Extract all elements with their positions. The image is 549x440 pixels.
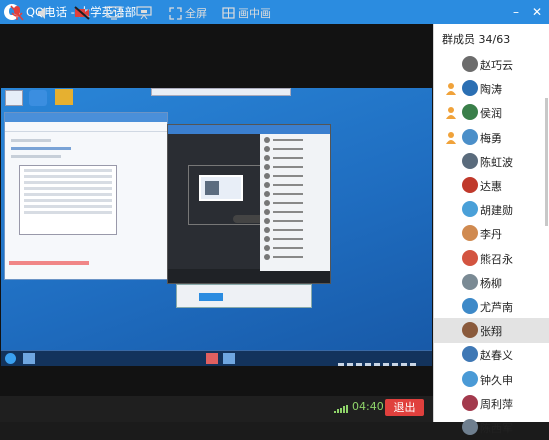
member-name: 尤芦南: [480, 301, 513, 314]
member-row[interactable]: 胡建勋: [434, 197, 549, 222]
member-name: 梅勇: [480, 131, 502, 145]
member-row[interactable]: 熊召永: [434, 246, 549, 271]
member-avatar: [462, 128, 478, 145]
member-row[interactable]: 陶涛: [434, 76, 549, 101]
mic-muted-button[interactable]: [10, 4, 24, 22]
member-row[interactable]: 侯润: [434, 100, 549, 125]
member-name: 杨柳: [480, 276, 502, 290]
member-row[interactable]: 陈虹波: [434, 149, 549, 174]
member-name: 李丹: [480, 228, 502, 242]
remote-small-dialog: [176, 284, 312, 308]
member-avatar: [462, 346, 478, 363]
member-row[interactable]: 钟久申: [434, 367, 549, 392]
call-duration: 04:40: [352, 400, 384, 413]
member-avatar: [462, 225, 478, 242]
fullscreen-button[interactable]: 全屏: [169, 4, 207, 22]
screen-share-icon: [106, 6, 122, 20]
member-avatar: [462, 249, 478, 266]
member-panel: 群成员 34/63 赵巧云陶涛侯润梅勇陈虹波达惠胡建勋李丹熊召永杨柳尤芦南张翔赵…: [433, 24, 549, 435]
member-avatar: [462, 177, 478, 193]
picture-in-picture-button[interactable]: 画中画: [222, 4, 271, 22]
picture-in-picture-icon: [222, 7, 235, 19]
member-avatar: [462, 152, 478, 169]
member-name: 赵巧云: [480, 59, 513, 72]
fullscreen-icon: [169, 6, 182, 20]
camera-off-button[interactable]: [74, 4, 90, 22]
member-row[interactable]: 李丹: [434, 221, 549, 246]
member-row[interactable]: 杨柳: [434, 270, 549, 295]
speaking-user-icon: [446, 107, 456, 120]
network-signal-icon: [334, 405, 348, 413]
member-row[interactable]: 陈西军: [434, 415, 549, 440]
member-count-header: 群成员 34/63: [442, 33, 511, 46]
shared-screen-video[interactable]: [0, 24, 433, 396]
member-avatar: [462, 419, 478, 435]
remote-desktop: [1, 88, 432, 366]
member-avatar: [462, 370, 478, 387]
member-avatar: [462, 80, 478, 97]
remote-taskbar: [1, 350, 432, 366]
remote-document-window: [4, 112, 168, 280]
projector-button[interactable]: [136, 4, 152, 22]
member-name: 陈虹波: [480, 155, 513, 169]
member-name: 赵春义: [480, 349, 513, 363]
remote-top-strip: [151, 88, 291, 96]
member-row[interactable]: 张翔: [434, 318, 549, 344]
member-row[interactable]: 尤芦南: [434, 294, 549, 319]
member-avatar: [462, 322, 478, 339]
member-avatar: [462, 273, 478, 290]
member-name: 熊召永: [480, 252, 513, 266]
member-name: 陈西军: [480, 422, 513, 435]
member-name: 胡建勋: [480, 204, 513, 218]
member-avatar: [462, 201, 478, 218]
desktop-folder-icon: [55, 89, 73, 105]
member-row[interactable]: 达惠: [434, 173, 549, 198]
member-name: 张翔: [480, 325, 502, 339]
member-row[interactable]: 周利萍: [434, 391, 549, 416]
member-name: 陶涛: [480, 83, 502, 97]
member-avatar: [462, 56, 478, 72]
desktop-shortcut-icon: [5, 90, 23, 106]
remote-inner-dialog: [19, 165, 117, 235]
mic-muted-icon: [10, 5, 24, 21]
close-button[interactable]: ✕: [529, 0, 545, 24]
speaker-icon: [38, 7, 45, 19]
minimize-button[interactable]: –: [508, 0, 524, 24]
speaking-user-icon: [446, 83, 456, 96]
member-name: 侯润: [480, 107, 502, 121]
member-row[interactable]: 梅勇: [434, 125, 549, 150]
screen-share-button[interactable]: [106, 4, 122, 22]
fullscreen-label: 全屏: [185, 7, 207, 20]
speaking-user-icon: [446, 131, 456, 144]
speaker-button[interactable]: [36, 4, 50, 22]
projector-icon: [136, 6, 152, 20]
remote-qq-call-window: [167, 124, 331, 284]
exit-call-button[interactable]: 退出: [385, 399, 424, 416]
member-avatar: [462, 394, 478, 411]
member-avatar: [462, 104, 478, 121]
desktop-shortcut-icon: [29, 90, 47, 106]
member-name: 周利萍: [480, 397, 513, 411]
member-list-scrollbar[interactable]: [545, 98, 548, 226]
member-avatar: [462, 298, 478, 314]
member-name: 钟久申: [480, 373, 513, 387]
member-name: 达惠: [480, 180, 502, 193]
pip-label: 画中画: [238, 7, 271, 20]
member-row[interactable]: 赵巧云: [434, 52, 549, 77]
camera-off-icon: [74, 6, 90, 20]
member-row[interactable]: 赵春义: [434, 342, 549, 367]
